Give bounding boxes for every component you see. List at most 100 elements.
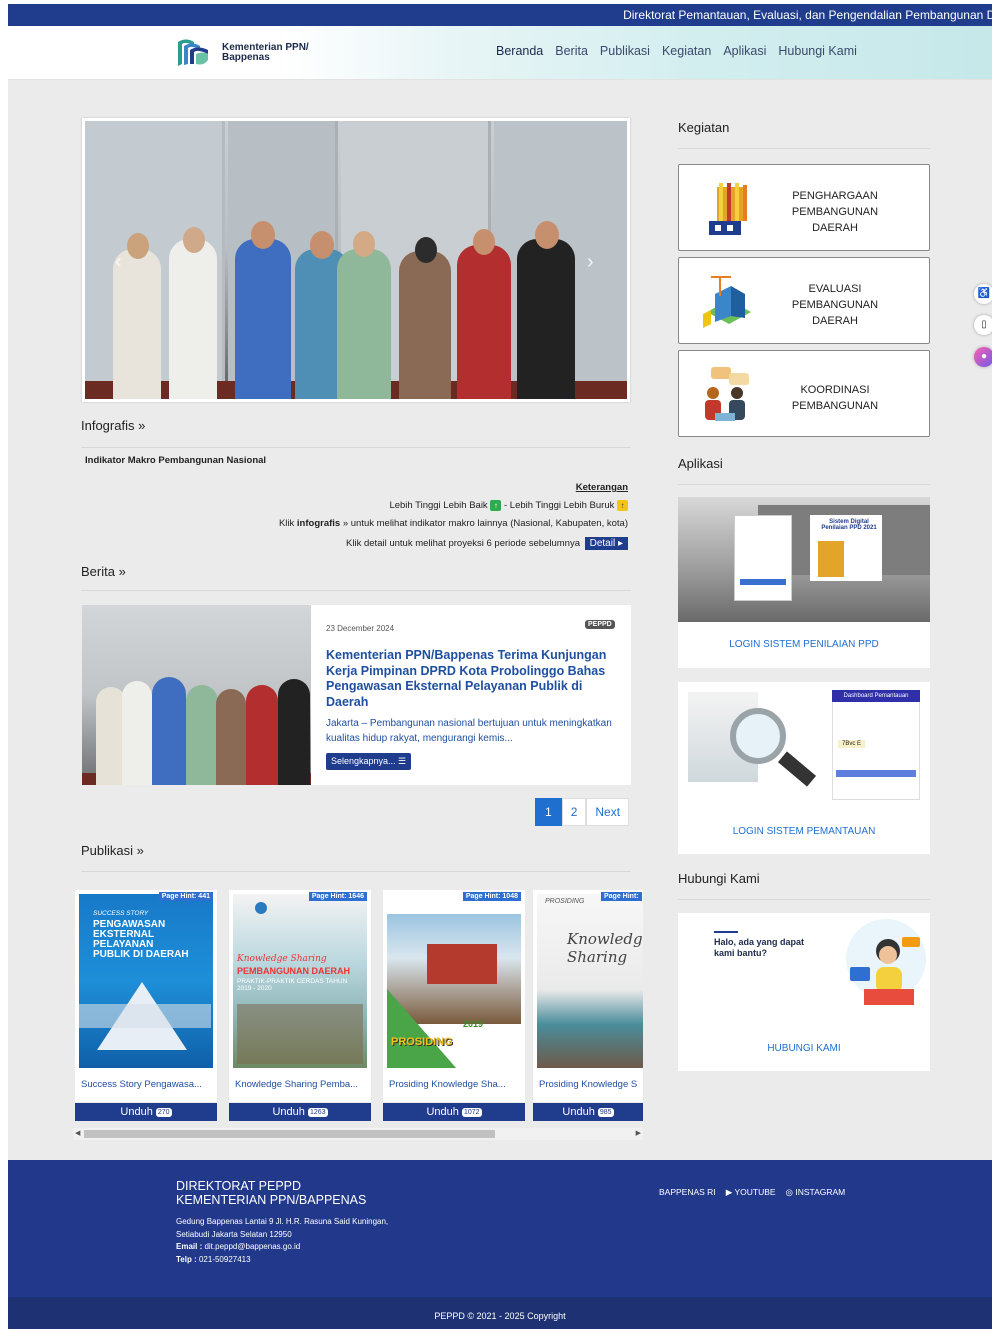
footer-org-line2: KEMENTERIAN PPN/BAPPENAS [176, 1193, 367, 1207]
publication-title[interactable]: Prosiding Knowledge Sha... [383, 1072, 525, 1102]
download-count: 1072 [461, 1107, 482, 1117]
download-button[interactable]: Unduh 1072 [383, 1103, 525, 1121]
news-category-badge: PEPPD [585, 620, 615, 629]
kegiatan-evaluasi[interactable]: EVALUASI PEMBANGUNAN DAERAH [678, 257, 930, 344]
publication-cover[interactable]: 2019 PROSIDING Page Hint: 1048 [383, 890, 525, 1072]
app-image-caption: Dashboard Pemantauan [832, 690, 920, 702]
page-hint-badge: Page Hint: [601, 892, 642, 901]
scroll-left-icon[interactable]: ◀ [75, 1128, 80, 1140]
publication-card[interactable]: Knowledge Sharing PEMBANGUNAN DAERAH PRA… [229, 890, 371, 1121]
pagination: 1 2 Next [535, 798, 630, 826]
email-value[interactable]: dit.peppd@bappenas.go.id [202, 1242, 300, 1251]
brand-name[interactable]: Kementerian PPN/ Bappenas [222, 43, 309, 63]
news-card[interactable]: 23 December 2024 PEPPD Kementerian PPN/B… [82, 605, 631, 785]
app-card-pemantauan[interactable]: Dashboard Pemantauan 7Bvc E LOGIN SISTEM… [678, 682, 930, 854]
publication-title[interactable]: Prosiding Knowledge S [533, 1072, 643, 1102]
next-page-button[interactable]: Next [586, 798, 630, 826]
aplikasi-heading: Aplikasi [678, 456, 723, 471]
bappenas-logo-icon[interactable] [176, 38, 210, 68]
scroll-right-icon[interactable]: ▶ [636, 1128, 641, 1140]
app-card-penilaian[interactable]: Sistem Digital Penilaian PPD 2021 LOGIN … [678, 497, 930, 668]
youtube-icon: ▶ [725, 1187, 733, 1197]
footer-email: Email : dit.peppd@bappenas.go.id [176, 1241, 388, 1254]
brand-line2: Bappenas [222, 52, 270, 63]
nav-beranda[interactable]: Beranda [496, 44, 543, 58]
footer-address: Gedung Bappenas Lantai 9 Jl. H.R. Rasuna… [176, 1216, 388, 1266]
footer-social-links: BAPPENAS RI ▶ YOUTUBE ◎ INSTAGRAM [659, 1187, 845, 1198]
announcement-ticker: Direktorat Pemantauan, Evaluasi, dan Pen… [623, 8, 992, 22]
page-1-button[interactable]: 1 [535, 798, 562, 826]
app-screenshot[interactable]: Dashboard Pemantauan 7Bvc E [678, 682, 930, 812]
detail-text: Klik detail untuk melihat proyeksi 6 per… [346, 538, 580, 549]
news-headline[interactable]: Kementerian PPN/Bappenas Terima Kunjunga… [326, 648, 616, 710]
nav-aplikasi[interactable]: Aplikasi [723, 44, 766, 58]
publication-cover[interactable]: Knowledge Sharing PEMBANGUNAN DAERAH PRA… [229, 890, 371, 1072]
kegiatan-label: KOORDINASI PEMBANGUNAN [791, 384, 879, 412]
divider [81, 447, 631, 448]
download-button[interactable]: Unduh 985 [533, 1103, 643, 1121]
keterangan-label: Keterangan [575, 482, 628, 493]
app-image-caption: Sistem Digital Penilaian PPD 2021 [821, 519, 877, 531]
horizontal-scrollbar[interactable]: ◀ ▶ [73, 1128, 643, 1140]
footer-org-line1: DIREKTORAT PEPPD [176, 1179, 302, 1193]
scrollbar-thumb[interactable] [84, 1130, 495, 1138]
download-count: 985 [597, 1107, 614, 1117]
read-more-button[interactable]: Selengkapnya... ☰ [326, 753, 412, 770]
social-youtube-link[interactable]: ▶ YOUTUBE [726, 1187, 776, 1198]
page-2-button[interactable]: 2 [561, 798, 587, 826]
main-nav: Beranda Berita Publikasi Kegiatan Aplika… [496, 44, 857, 58]
nav-publikasi[interactable]: Publikasi [600, 44, 650, 58]
kegiatan-label: PENGHARGAAN PEMBANGUNAN DAERAH [791, 190, 879, 234]
site-header: Kementerian PPN/ Bappenas Beranda Berita… [8, 26, 992, 80]
legend-line: Lebih Tinggi Lebih Baik ↑ - Lebih Tinggi… [300, 500, 628, 511]
divider [678, 899, 930, 900]
publication-title[interactable]: Success Story Pengawasa... [75, 1072, 217, 1102]
hero-carousel[interactable]: ‹ › [82, 118, 630, 402]
nav-hubungi-kami[interactable]: Hubungi Kami [778, 44, 857, 58]
kegiatan-penghargaan[interactable]: PENGHARGAAN PEMBANGUNAN DAERAH [678, 164, 930, 251]
login-penilaian-link[interactable]: LOGIN SISTEM PENILAIAN PPD [678, 639, 930, 650]
carousel-prev-icon[interactable]: ‹ [115, 251, 122, 274]
email-label: Email : [176, 1242, 203, 1251]
instagram-icon: ◎ [785, 1187, 793, 1197]
hubungi-kami-link[interactable]: HUBUNGI KAMI [678, 1043, 930, 1054]
page-hint-badge: Page Hint: 1048 [462, 892, 521, 901]
site-footer: DIREKTORAT PEPPD KEMENTERIAN PPN/BAPPENA… [8, 1160, 992, 1297]
divider [81, 590, 631, 591]
publication-title[interactable]: Knowledge Sharing Pemba... [229, 1072, 371, 1102]
detail-hint: Klik detail untuk melihat proyeksi 6 per… [250, 537, 628, 550]
nav-kegiatan[interactable]: Kegiatan [662, 44, 711, 58]
download-button[interactable]: Unduh 1263 [229, 1103, 371, 1121]
kegiatan-koordinasi[interactable]: KOORDINASI PEMBANGUNAN [678, 350, 930, 437]
social-instagram-link[interactable]: ◎ INSTAGRAM [786, 1187, 846, 1198]
publication-card[interactable]: SUCCESS STORY PENGAWASAN EKSTERNAL PELAY… [75, 890, 217, 1121]
widget-color-icon[interactable]: ● [974, 347, 992, 367]
footer-phone: Telp : 021-50927413 [176, 1254, 388, 1267]
publication-card[interactable]: PROSIDING Knowledge Sharing Page Hint: P… [533, 890, 643, 1121]
news-thumbnail[interactable] [82, 605, 311, 785]
login-pemantauan-link[interactable]: LOGIN SISTEM PEMANTAUAN [678, 826, 930, 837]
publikasi-heading[interactable]: Publikasi » [81, 843, 144, 858]
infografis-heading[interactable]: Infografis » [81, 418, 145, 433]
carousel-next-icon[interactable]: › [587, 251, 594, 274]
reader-book-icon[interactable]: ▯ [974, 315, 992, 335]
accessibility-icon[interactable]: ♿ [974, 284, 992, 304]
cover-title: PEMBANGUNAN DAERAH [237, 966, 351, 976]
social-bappenas-link[interactable]: BAPPENAS RI [659, 1187, 716, 1198]
top-announcement-bar: Direktorat Pemantauan, Evaluasi, dan Pen… [8, 4, 992, 26]
nav-berita[interactable]: Berita [555, 44, 588, 58]
cover-title: PROSIDING [545, 898, 585, 905]
infografis-link[interactable]: infografis [297, 518, 340, 529]
publication-card[interactable]: 2019 PROSIDING Page Hint: 1048 Prosiding… [383, 890, 525, 1121]
berita-heading[interactable]: Berita » [81, 564, 126, 579]
detail-button[interactable]: Detail ▸ [584, 537, 628, 550]
hubungi-card[interactable]: Halo, ada yang dapat kami bantu? HUBUNGI… [678, 913, 930, 1071]
publication-cover[interactable]: SUCCESS STORY PENGAWASAN EKSTERNAL PELAY… [75, 890, 217, 1072]
download-button[interactable]: Unduh 270 [75, 1103, 217, 1121]
address-line1: Gedung Bappenas Lantai 9 Jl. H.R. Rasuna… [176, 1217, 389, 1226]
publication-cover[interactable]: PROSIDING Knowledge Sharing Page Hint: [533, 890, 643, 1072]
app-screenshot[interactable]: Sistem Digital Penilaian PPD 2021 [678, 497, 930, 622]
divider [81, 871, 631, 872]
download-count: 1263 [307, 1107, 328, 1117]
youtube-label: YOUTUBE [734, 1187, 776, 1197]
